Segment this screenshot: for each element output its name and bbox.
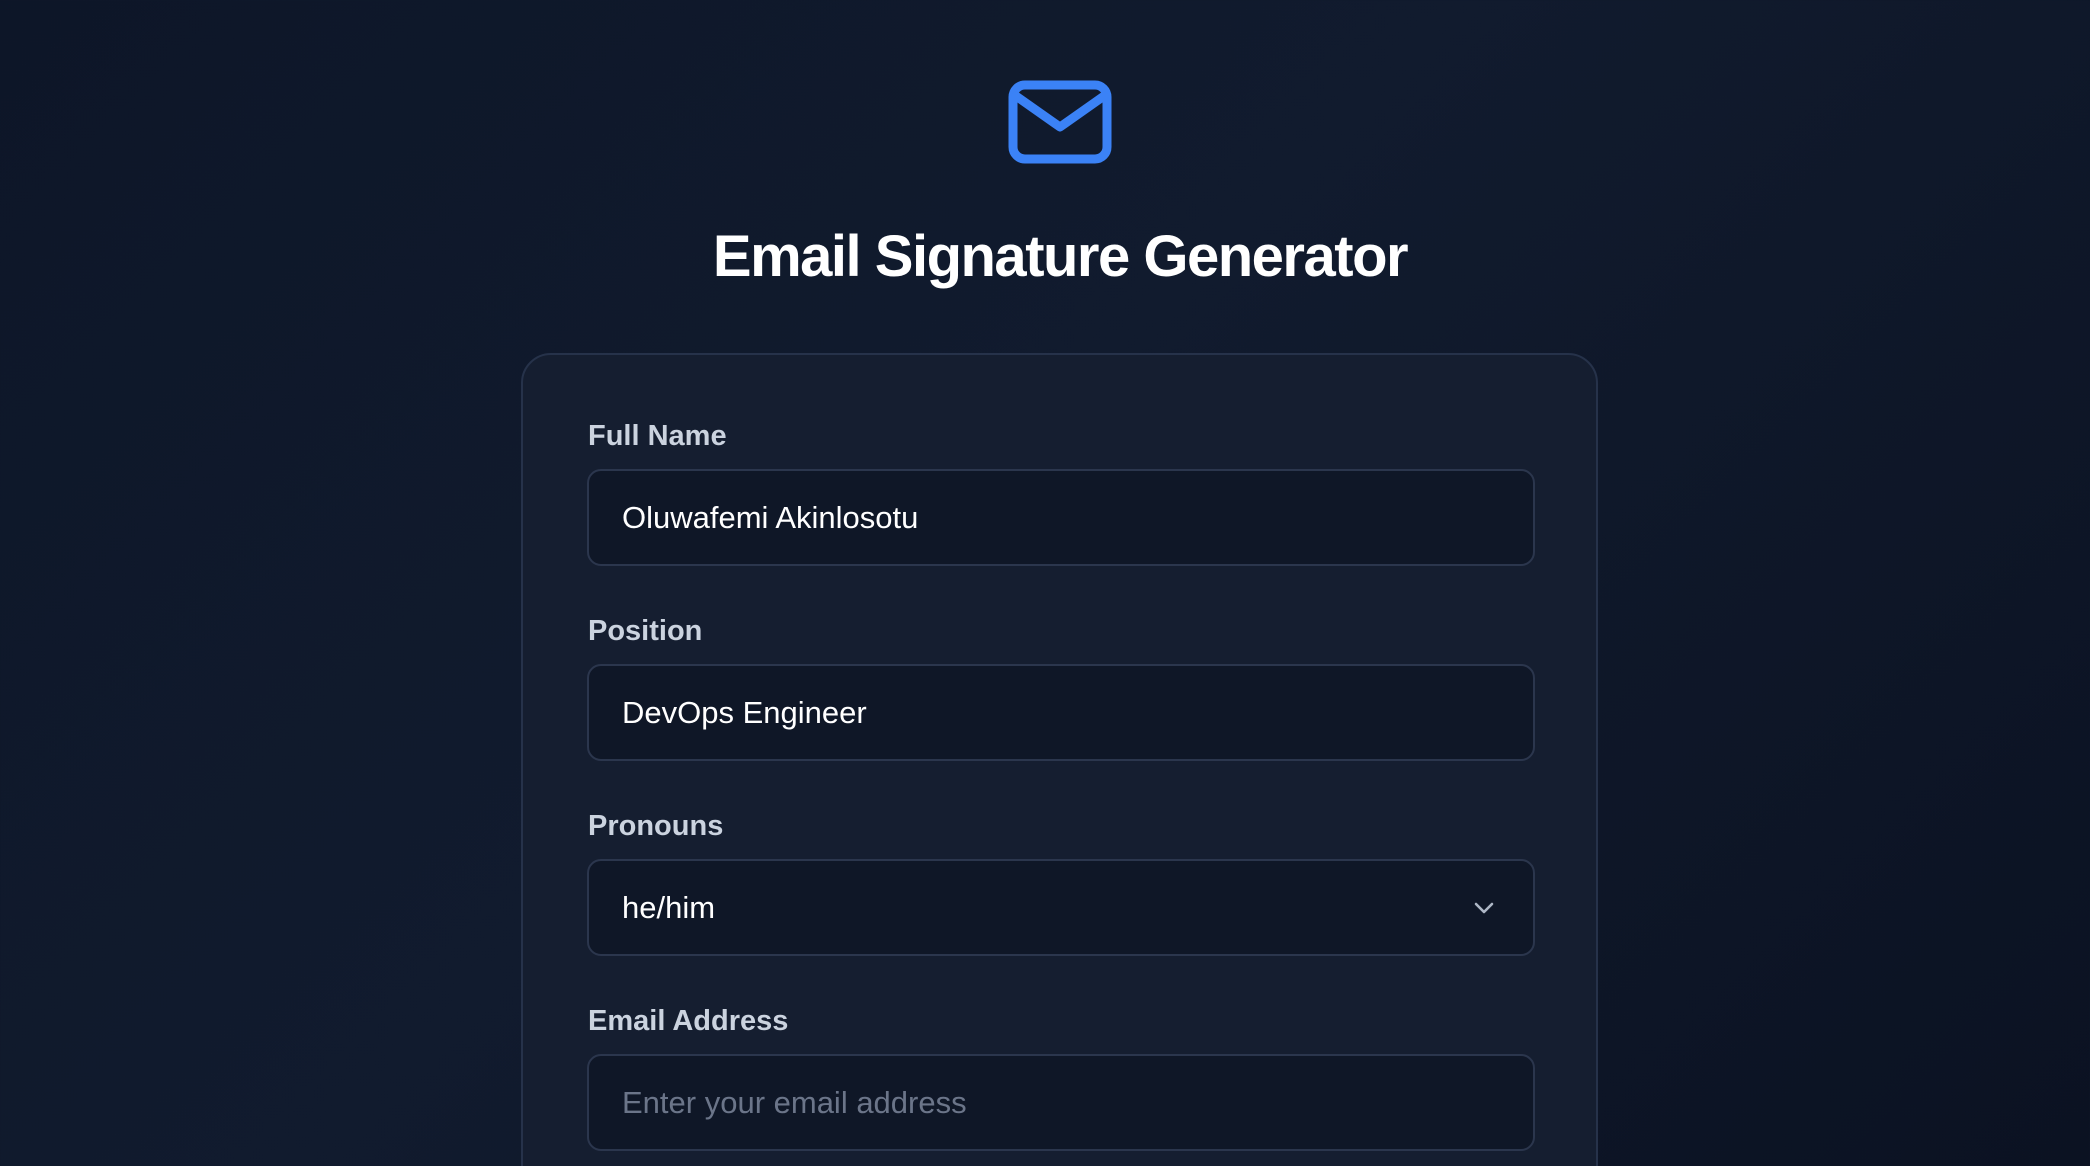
full-name-value: Oluwafemi Akinlosotu — [622, 500, 919, 535]
pronouns-selected-value: he/him — [622, 890, 716, 925]
chevron-down-icon — [1474, 902, 1494, 914]
page-title: Email Signature Generator — [712, 224, 1409, 289]
signature-form-card: Full Name Oluwafemi Akinlosotu Position … — [521, 353, 1598, 1166]
mail-icon — [1008, 80, 1112, 164]
pronouns-label: Pronouns — [588, 810, 724, 842]
position-value: DevOps Engineer — [622, 695, 867, 730]
position-input[interactable]: DevOps Engineer — [587, 664, 1535, 761]
email-input[interactable]: Enter your email address — [587, 1054, 1535, 1151]
pronouns-select[interactable]: he/him — [587, 859, 1535, 956]
email-label: Email Address — [588, 1005, 789, 1037]
full-name-input[interactable]: Oluwafemi Akinlosotu — [587, 469, 1535, 566]
full-name-label: Full Name — [588, 420, 727, 452]
email-placeholder: Enter your email address — [622, 1085, 967, 1120]
position-label: Position — [588, 615, 703, 647]
